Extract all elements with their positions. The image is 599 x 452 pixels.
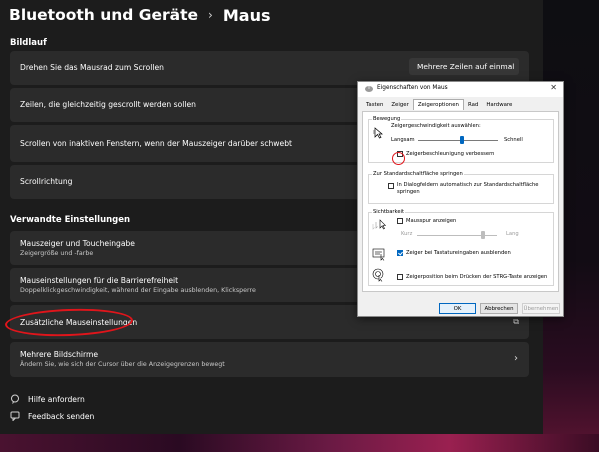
scroll-mode-dropdown[interactable]: Mehrere Zeilen auf einmal ⌄ — [409, 58, 519, 75]
snap-default-checkbox[interactable] — [388, 183, 394, 189]
pointer-trails-icon — [372, 219, 386, 230]
group-title: Sichtbarkeit — [372, 209, 405, 215]
tab-wheel[interactable]: Rad — [464, 100, 482, 110]
row-label: Zeilen, die gleichzeitig gescrollt werde… — [20, 100, 196, 109]
fast-label: Schnell — [504, 137, 523, 143]
desktop-background — [0, 434, 599, 452]
help-label: Hilfe anfordern — [28, 394, 85, 404]
pointer-options-pane: Bewegung Zeigergeschwindigkeit auswählen… — [362, 111, 559, 292]
feedback-icon — [10, 411, 20, 421]
trail-length-slider-thumb[interactable] — [481, 231, 486, 239]
tab-buttons[interactable]: Tasten — [362, 100, 387, 110]
show-location-icon — [372, 268, 384, 282]
dialog-title: Eigenschaften von Maus — [377, 85, 448, 91]
mouse-properties-dialog: Eigenschaften von Maus ✕ Tasten Zeiger Z… — [357, 81, 564, 317]
help-link[interactable]: Hilfe anfordern — [10, 394, 85, 404]
hide-pointer-typing-icon — [372, 248, 385, 261]
enhance-precision-label: Zeigerbeschleunigung verbessern — [406, 151, 495, 157]
pointer-speed-icon — [373, 127, 383, 139]
breadcrumb: Bluetooth und Geräte › Maus — [9, 4, 271, 26]
row-label: Scrollen von inaktiven Fenstern, wenn de… — [20, 139, 292, 148]
breadcrumb-parent[interactable]: Bluetooth und Geräte — [9, 6, 198, 24]
snap-label-line2: springen — [397, 189, 420, 195]
hide-typing-checkbox[interactable] — [397, 250, 403, 256]
tab-pointer-options[interactable]: Zeigeroptionen — [412, 99, 464, 110]
external-link-icon: ⧉ — [513, 317, 519, 326]
help-icon — [10, 394, 20, 404]
chevron-down-icon: ⌄ — [507, 61, 513, 69]
scroll-wheel-row: Drehen Sie das Mausrad zum Scrollen Mehr… — [10, 51, 529, 85]
chevron-right-icon: › — [514, 353, 518, 364]
long-label: Lang — [506, 231, 519, 237]
tab-pointers[interactable]: Zeiger — [387, 100, 412, 110]
ok-button[interactable]: OK — [439, 303, 476, 314]
row-label: Mauseinstellungen für die Barrierefreihe… — [20, 276, 179, 285]
row-label: Scrollrichtung — [20, 177, 73, 186]
show-location-checkbox[interactable] — [397, 274, 403, 280]
section-title-scroll: Bildlauf — [10, 38, 47, 48]
tab-hardware[interactable]: Hardware — [482, 100, 516, 110]
breadcrumb-chevron-icon: › — [208, 8, 213, 22]
dialog-titlebar[interactable]: Eigenschaften von Maus ✕ — [358, 82, 563, 97]
snap-label-line1: In Dialogfeldern automatisch zur Standar… — [397, 182, 539, 188]
row-sublabel: Doppelklickgeschwindigkeit, während der … — [20, 287, 256, 294]
show-location-label: Zeigerposition beim Drücken der STRG-Tas… — [406, 274, 548, 280]
speed-label: Zeigergeschwindigkeit auswählen: — [391, 123, 481, 129]
group-title: Zur Standardschaltfläche springen — [372, 171, 464, 177]
mouse-icon — [365, 86, 373, 92]
section-title-related: Verwandte Einstellungen — [10, 215, 131, 225]
row-label: Mehrere Bildschirme — [20, 350, 99, 359]
close-icon[interactable]: ✕ — [550, 83, 557, 92]
pointer-trails-label: Mausspur anzeigen — [406, 218, 457, 224]
speed-slider-thumb[interactable] — [460, 136, 464, 144]
red-circle-annotation — [392, 152, 405, 165]
slow-label: Langsam — [391, 137, 415, 143]
dialog-tabs: Tasten Zeiger Zeigeroptionen Rad Hardwar… — [362, 99, 516, 110]
feedback-link[interactable]: Feedback senden — [10, 411, 94, 421]
cancel-button[interactable]: Abbrechen — [480, 303, 518, 314]
group-title: Bewegung — [372, 116, 402, 122]
dropdown-value: Mehrere Zeilen auf einmal — [417, 62, 515, 71]
row-label: Mauszeiger und Toucheingabe — [20, 239, 135, 248]
short-label: Kurz — [401, 231, 413, 237]
row-sublabel: Ändern Sie, wie sich der Cursor über die… — [20, 361, 225, 368]
hide-typing-label: Zeiger bei Tastatureingaben ausblenden — [406, 250, 511, 256]
page-title: Maus — [222, 5, 271, 25]
apply-button[interactable]: Übernehmen — [522, 303, 560, 314]
row-label: Drehen Sie das Mausrad zum Scrollen — [20, 63, 164, 72]
multiple-displays-link[interactable]: Mehrere Bildschirme Ändern Sie, wie sich… — [10, 342, 529, 377]
feedback-label: Feedback senden — [28, 411, 95, 421]
snap-to-group: Zur Standardschaltfläche springen In Dia… — [368, 171, 554, 204]
row-sublabel: Zeigergröße und -farbe — [20, 250, 94, 257]
pointer-trails-checkbox[interactable] — [397, 218, 403, 224]
visibility-group: Sichtbarkeit Mausspur anzeigen Kurz Lang… — [368, 209, 554, 286]
speed-slider-track[interactable] — [418, 140, 498, 141]
